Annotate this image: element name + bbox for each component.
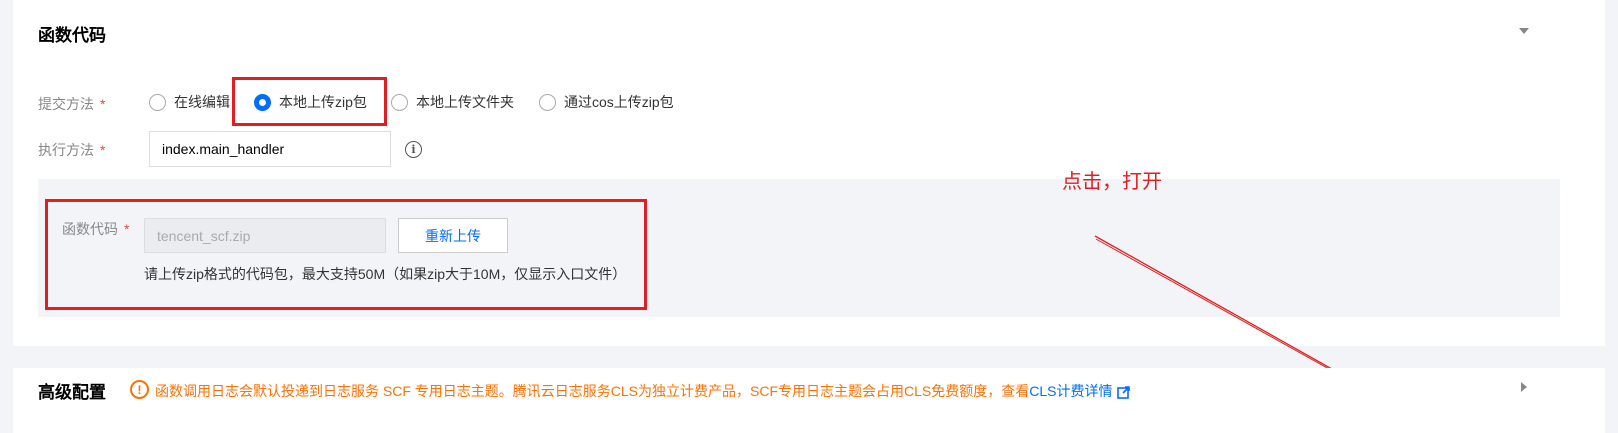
cls-billing-link[interactable]: CLS计费详情 bbox=[1029, 383, 1112, 399]
warning-icon: ! bbox=[130, 380, 149, 399]
notice-text: 函数调用日志会默认投递到日志服务 SCF 专用日志主题。腾讯云日志服务CLS为独… bbox=[155, 383, 1030, 399]
external-link-icon[interactable] bbox=[1117, 385, 1131, 399]
expand-caret-icon[interactable] bbox=[1521, 382, 1527, 392]
advanced-notice: 函数调用日志会默认投递到日志服务 SCF 专用日志主题。腾讯云日志服务CLS为独… bbox=[155, 381, 1131, 401]
advanced-section-title[interactable]: 高级配置 bbox=[38, 378, 106, 403]
